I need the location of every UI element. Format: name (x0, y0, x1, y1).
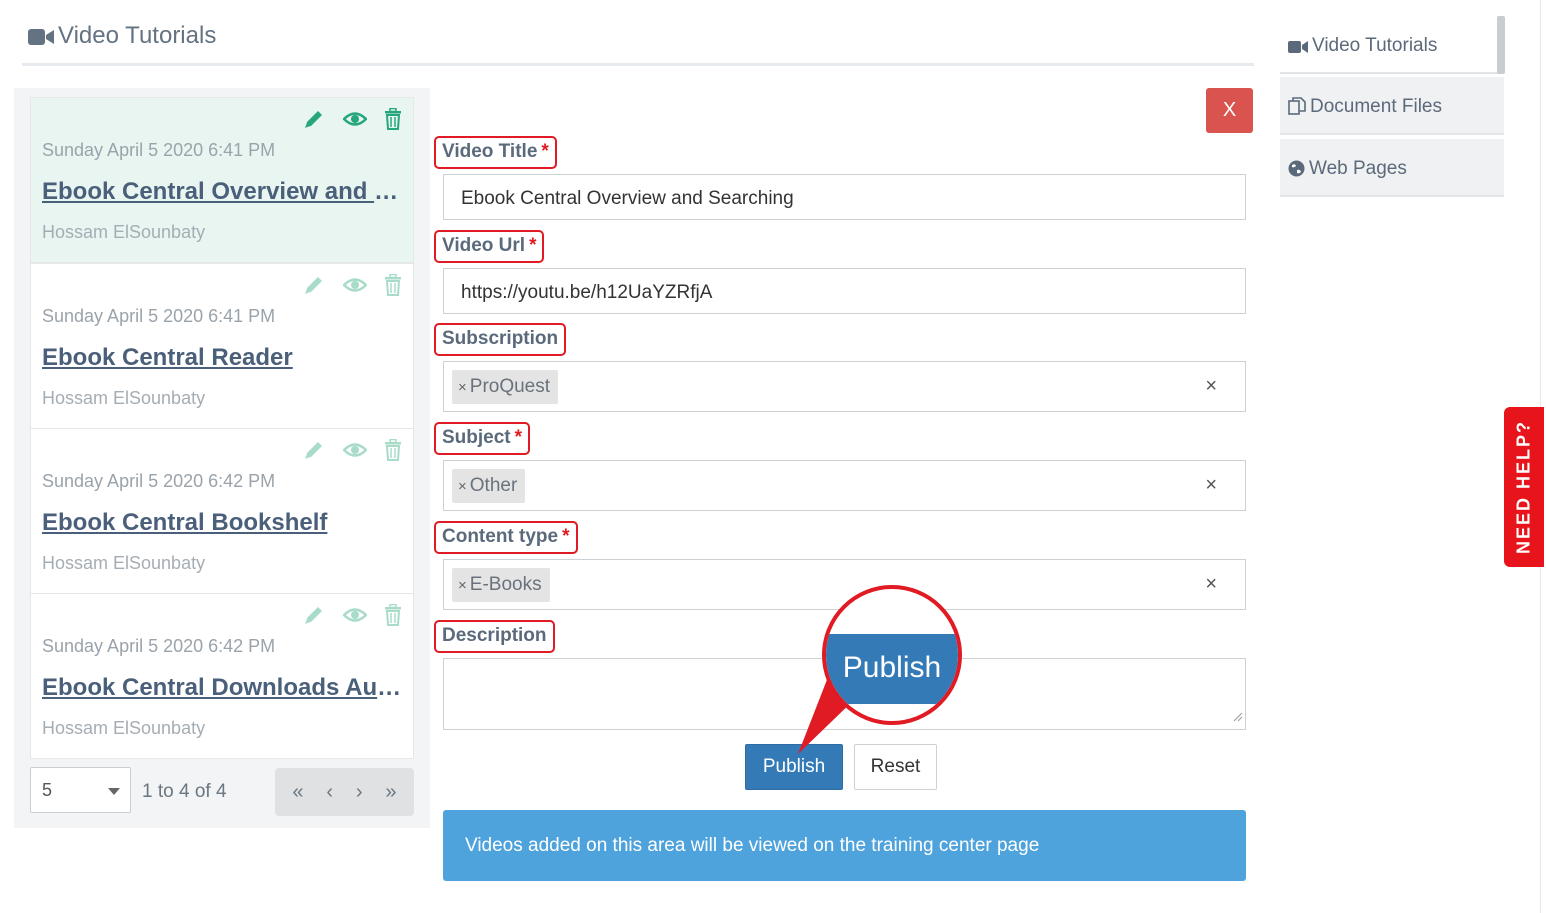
clear-selection-button[interactable]: × (1205, 573, 1217, 596)
delete-trash-icon[interactable] (383, 438, 405, 461)
side-nav-item-video-tutorials[interactable]: Video Tutorials (1280, 16, 1504, 74)
last-page-button[interactable]: » (385, 781, 396, 804)
list-item-title-link[interactable]: Ebook Central Downloads Australia (42, 674, 404, 702)
required-marker: * (514, 427, 523, 448)
list-item[interactable]: Sunday April 5 2020 6:41 PM Ebook Centra… (30, 97, 414, 263)
clear-selection-button[interactable]: × (1205, 474, 1217, 497)
edit-pencil-icon[interactable] (303, 604, 325, 626)
edit-pencil-icon[interactable] (303, 108, 325, 130)
list-item-author: Hossam ElSounbaty (42, 718, 206, 738)
remove-tag-button[interactable]: × (458, 478, 467, 495)
list-item-date: Sunday April 5 2020 6:42 PM (42, 471, 276, 491)
page-header: Video Tutorials (22, 18, 1254, 66)
clear-selection-button[interactable]: × (1205, 375, 1217, 398)
video-url-input[interactable]: https://youtu.be/h12UaYZRfjA (443, 268, 1246, 314)
side-nav-scrollbar[interactable] (1497, 16, 1505, 74)
pagination-info: 1 to 4 of 4 (142, 781, 227, 802)
list-item-author: Hossam ElSounbaty (42, 553, 206, 573)
zoom-callout: Publish (822, 585, 962, 725)
list-item-title-link[interactable]: Ebook Central Reader (42, 344, 404, 372)
callout-text: Publish (842, 651, 942, 684)
page-title: Video Tutorials (58, 22, 217, 49)
first-page-button[interactable]: « (292, 781, 303, 804)
need-help-label: NEED HELP? (1513, 419, 1534, 555)
list-item-title-link[interactable]: Ebook Central Overview and Searching (42, 178, 404, 206)
side-nav-item-web-pages[interactable]: Web Pages (1280, 139, 1504, 197)
video-camera-icon (28, 28, 54, 51)
video-title-input[interactable]: Ebook Central Overview and Searching (443, 174, 1246, 220)
side-nav: Video Tutorials Document Files Web Pages (1280, 16, 1506, 200)
selected-tag: × Other (452, 469, 526, 503)
video-url-label: Video Url * (434, 230, 545, 263)
delete-trash-icon[interactable] (383, 603, 405, 626)
list-item[interactable]: Sunday April 5 2020 6:41 PM Ebook Centra… (30, 263, 414, 429)
page-size-value: 5 (42, 780, 53, 800)
video-title-label: Video Title * (434, 136, 557, 169)
close-button[interactable]: X (1206, 88, 1253, 133)
prev-page-button[interactable]: ‹ (326, 781, 333, 804)
view-eye-icon[interactable] (342, 604, 368, 626)
remove-tag-button[interactable]: × (458, 577, 467, 594)
globe-icon (1288, 160, 1305, 183)
list-item-author: Hossam ElSounbaty (42, 222, 206, 242)
subject-label: Subject * (434, 422, 531, 455)
list-item-title-link[interactable]: Ebook Central Bookshelf (42, 509, 404, 537)
description-label: Description (434, 620, 555, 653)
subscription-select[interactable]: × ProQuest × (443, 361, 1246, 412)
view-eye-icon[interactable] (342, 274, 368, 296)
delete-trash-icon[interactable] (383, 273, 405, 296)
subscription-label: Subscription (434, 323, 567, 356)
edit-pencil-icon[interactable] (303, 439, 325, 461)
copy-files-icon (1288, 97, 1306, 121)
tutorial-list-panel: Sunday April 5 2020 6:41 PM Ebook Centra… (14, 88, 430, 828)
resize-grip-icon[interactable] (1233, 709, 1243, 727)
video-camera-icon (1288, 38, 1308, 60)
side-nav-item-document-files[interactable]: Document Files (1280, 77, 1504, 135)
remove-tag-button[interactable]: × (458, 379, 467, 396)
delete-trash-icon[interactable] (383, 107, 405, 130)
view-eye-icon[interactable] (342, 439, 368, 461)
list-item-date: Sunday April 5 2020 6:41 PM (42, 306, 276, 326)
selected-tag: × E-Books (452, 568, 550, 602)
need-help-tab[interactable]: NEED HELP? (1504, 407, 1544, 567)
view-eye-icon[interactable] (342, 108, 368, 130)
required-marker: * (529, 235, 537, 256)
caret-down-icon (108, 788, 120, 795)
required-marker: * (541, 141, 549, 162)
pagination-controls: « ‹ › » (275, 768, 414, 816)
list-item[interactable]: Sunday April 5 2020 6:42 PM Ebook Centra… (30, 593, 414, 759)
edit-pencil-icon[interactable] (303, 274, 325, 296)
info-alert: Videos added on this area will be viewed… (443, 810, 1246, 881)
list-item-author: Hossam ElSounbaty (42, 388, 206, 408)
subject-select[interactable]: × Other × (443, 460, 1246, 511)
list-item-date: Sunday April 5 2020 6:41 PM (42, 140, 276, 160)
required-marker: * (562, 526, 570, 547)
list-item-date: Sunday April 5 2020 6:42 PM (42, 636, 276, 656)
content-type-label: Content type * (434, 521, 578, 554)
next-page-button[interactable]: › (356, 781, 363, 804)
selected-tag: × ProQuest (452, 370, 559, 404)
reset-button[interactable]: Reset (854, 744, 937, 790)
list-item[interactable]: Sunday April 5 2020 6:42 PM Ebook Centra… (30, 428, 414, 594)
page-size-select[interactable]: 5 (30, 767, 131, 813)
